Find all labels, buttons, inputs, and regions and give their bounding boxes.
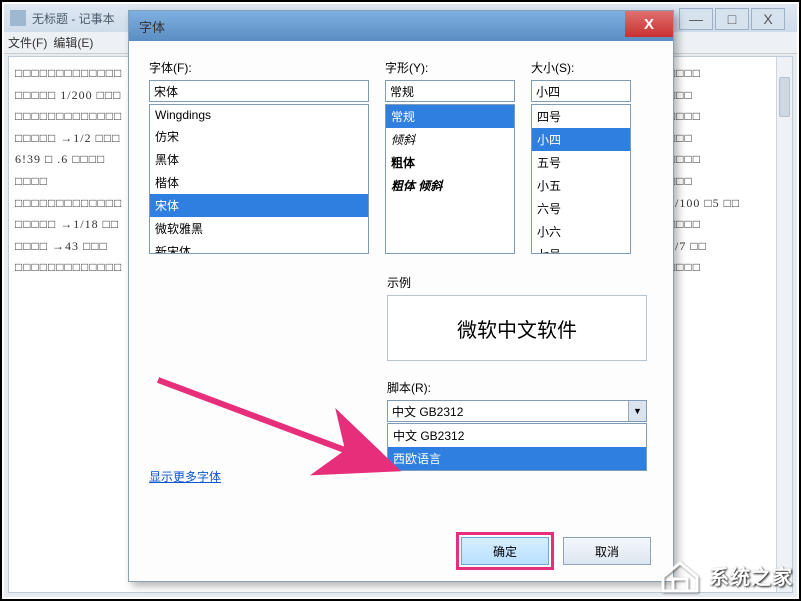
font-dialog: 字体 X 字体(F): Wingdings仿宋黑体楷体宋体微软雅黑新宋体叶根友毛…	[128, 10, 674, 582]
script-dropdown[interactable]: 中文 GB2312西欧语言	[387, 423, 647, 471]
script-option[interactable]: 西欧语言	[388, 447, 646, 470]
sample-label: 示例	[387, 274, 647, 291]
list-item[interactable]: 微软雅黑	[150, 217, 368, 240]
list-item[interactable]: 六号	[532, 197, 630, 220]
font-label: 字体(F):	[149, 59, 369, 76]
list-item[interactable]: 仿宋	[150, 125, 368, 148]
size-input[interactable]	[531, 80, 631, 102]
notepad-title: 无标题 - 记事本	[32, 10, 115, 27]
minimize-button[interactable]: —	[679, 8, 713, 30]
list-item[interactable]: 小六	[532, 220, 630, 243]
close-icon: X	[644, 16, 654, 33]
maximize-button[interactable]: □	[715, 8, 749, 30]
script-option[interactable]: 中文 GB2312	[388, 424, 646, 447]
list-item[interactable]: 宋体	[150, 194, 368, 217]
list-item[interactable]: 七号	[532, 243, 630, 254]
script-value: 中文 GB2312	[392, 403, 463, 420]
script-select[interactable]: 中文 GB2312 ▼	[387, 400, 647, 422]
watermark-logo-icon	[659, 557, 701, 593]
font-listbox[interactable]: Wingdings仿宋黑体楷体宋体微软雅黑新宋体叶根友毛笔行书2.0版	[149, 104, 369, 254]
dialog-titlebar: 字体 X	[129, 11, 673, 41]
dialog-title: 字体	[139, 17, 165, 36]
size-listbox[interactable]: 四号小四五号小五六号小六七号八号	[531, 104, 631, 254]
list-item[interactable]: 黑体	[150, 148, 368, 171]
close-button[interactable]: X	[751, 8, 785, 30]
list-item[interactable]: 五号	[532, 151, 630, 174]
list-item[interactable]: 倾斜	[386, 128, 514, 151]
list-item[interactable]: 常规	[386, 105, 514, 128]
sample-box: 微软中文软件	[387, 295, 647, 361]
style-listbox[interactable]: 常规倾斜粗体粗体 倾斜	[385, 104, 515, 254]
notepad-icon	[10, 10, 26, 26]
watermark: 系统之家	[659, 557, 793, 593]
list-item[interactable]: 粗体	[386, 151, 514, 174]
ok-button[interactable]: 确定	[461, 537, 549, 565]
cancel-button[interactable]: 取消	[563, 537, 651, 565]
watermark-text: 系统之家	[709, 561, 793, 590]
size-label: 大小(S):	[531, 59, 631, 76]
chevron-down-icon: ▼	[628, 401, 646, 421]
more-fonts-link[interactable]: 显示更多字体	[149, 470, 221, 484]
style-input[interactable]	[385, 80, 515, 102]
notepad-scrollbar[interactable]	[776, 57, 792, 592]
sample-group: 示例 微软中文软件	[387, 274, 647, 361]
list-item[interactable]: 小四	[532, 128, 630, 151]
list-item[interactable]: Wingdings	[150, 105, 368, 125]
list-item[interactable]: 楷体	[150, 171, 368, 194]
menu-edit[interactable]: 编辑(E)	[53, 34, 93, 51]
font-input[interactable]	[149, 80, 369, 102]
sample-text: 微软中文软件	[457, 314, 577, 343]
script-label: 脚本(R):	[387, 379, 647, 396]
menu-file[interactable]: 文件(F)	[8, 34, 47, 51]
list-item[interactable]: 四号	[532, 105, 630, 128]
list-item[interactable]: 新宋体	[150, 240, 368, 254]
list-item[interactable]: 小五	[532, 174, 630, 197]
list-item[interactable]: 粗体 倾斜	[386, 174, 514, 197]
style-label: 字形(Y):	[385, 59, 515, 76]
dialog-close-button[interactable]: X	[625, 11, 673, 37]
